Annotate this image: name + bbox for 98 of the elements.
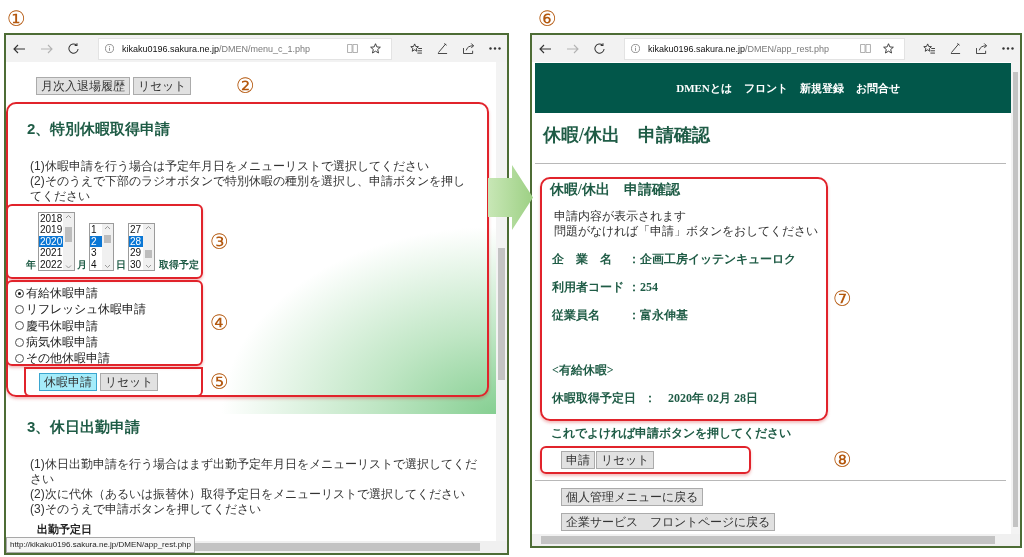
- select-list[interactable]: 2018 2019 2020 2021 2022: [38, 211, 75, 271]
- instruction-text: (1)休暇申請を行う場合は予定年月日をメニューリストで選択してください: [30, 159, 429, 174]
- share-icon[interactable]: [463, 43, 474, 54]
- step-number: ①: [7, 8, 26, 30]
- list-option[interactable]: 27: [129, 224, 143, 236]
- radio-button[interactable]: [15, 304, 24, 314]
- callout-number: ③: [210, 230, 229, 253]
- radio-label: 病気休暇申請: [26, 335, 98, 350]
- list-option[interactable]: 2020: [39, 235, 63, 247]
- url-text: kikaku0196.sakura.ne.jp/DMEN/app_rest.php: [648, 42, 830, 55]
- reset-button[interactable]: リセット: [596, 451, 654, 469]
- star-icon[interactable]: [370, 43, 381, 54]
- radio-label: リフレッシュ休暇申請: [26, 302, 146, 317]
- list-option[interactable]: 28: [129, 235, 143, 247]
- select-list[interactable]: 1 2 3 4: [89, 223, 114, 271]
- radio-button[interactable]: [15, 337, 24, 347]
- field-label: 出勤予定日: [37, 523, 92, 536]
- list-scrollbar[interactable]: [63, 212, 74, 270]
- callout-number: ⑦: [833, 288, 852, 310]
- instruction-text: (3)そのうえで申請ボタンを押してください: [30, 502, 261, 517]
- list-option[interactable]: 1: [90, 224, 102, 236]
- prompt-text: これでよければ申請ボタンを押してください: [551, 426, 791, 441]
- field-value: ：富永伸基: [628, 308, 688, 323]
- field-value: ：254: [628, 280, 658, 295]
- star-list-icon[interactable]: [410, 43, 422, 54]
- info-icon[interactable]: [631, 44, 640, 53]
- field-label: 従業員名: [552, 308, 601, 323]
- step-number: ⑥: [538, 8, 557, 30]
- list-option[interactable]: 30: [129, 258, 143, 270]
- radio-button[interactable]: [15, 288, 24, 298]
- star-list-icon[interactable]: [923, 43, 935, 54]
- back-to-front-page-button[interactable]: 企業サービス フロントページに戻る: [561, 513, 775, 531]
- radio-label: 有給休暇申請: [26, 286, 98, 301]
- field-value: ： 2020年 02月 28日: [644, 391, 758, 406]
- callout-number: ④: [210, 311, 229, 334]
- share-icon[interactable]: [976, 43, 987, 54]
- radio-label: その他休暇申請: [26, 351, 110, 366]
- radio-button[interactable]: [15, 321, 24, 331]
- reset-button[interactable]: リセット: [133, 77, 191, 95]
- back-icon[interactable]: [539, 43, 551, 54]
- section-title: 2、特別休暇取得申請: [27, 119, 171, 139]
- apply-button[interactable]: 休暇申請: [39, 373, 97, 391]
- more-icon[interactable]: [489, 47, 501, 50]
- instruction-text: (2)次に代休（あるいは振替休）取得予定日をメニューリストで選択してください: [30, 487, 465, 502]
- list-scrollbar[interactable]: [102, 224, 113, 270]
- nav-link[interactable]: フロント: [743, 80, 788, 96]
- select-list[interactable]: 27 28 29 30: [128, 223, 155, 271]
- field-label: 休暇取得予定日: [552, 391, 636, 406]
- url-text: kikaku0196.sakura.ne.jp/DMEN/menu_c_1.php: [122, 42, 311, 55]
- instruction-text: (1)休日出勤申請を行う場合はまず出勤予定年月日をメニューリストで選択してください: [30, 457, 478, 487]
- more-icon[interactable]: [1002, 47, 1014, 50]
- list-scrollbar[interactable]: [143, 224, 154, 270]
- field-value: ：企画工房イッテンキューロク: [628, 252, 796, 267]
- field-label: 企 業 名: [552, 252, 613, 267]
- list-option[interactable]: 2018: [39, 212, 63, 224]
- pen-icon[interactable]: [437, 43, 448, 54]
- date-suffix-label: 取得予定: [159, 259, 199, 271]
- radio-label: 慶弔休暇申請: [26, 318, 98, 333]
- nav-link[interactable]: お問合せ: [855, 80, 900, 96]
- url-tooltip: http://kikaku0196.sakura.ne.jp/DMEN/app_rest.php: [6, 537, 195, 553]
- confirmation-title: 休暇/休出 申請確認: [550, 182, 680, 198]
- right-arrow: [488, 165, 533, 230]
- date-unit-label: 日: [116, 259, 126, 271]
- page-title: 休暇/休出 申請確認: [543, 125, 710, 145]
- history-button[interactable]: 月次入退場履歴: [36, 77, 130, 95]
- callout-number: ⑧: [833, 449, 852, 471]
- list-option[interactable]: 2022: [39, 258, 63, 270]
- refresh-icon[interactable]: [594, 43, 605, 54]
- address-bar[interactable]: kikaku0196.sakura.ne.jp/DMEN/menu_c_1.php: [98, 37, 392, 60]
- note-text: 申請内容が表示されます: [554, 209, 686, 224]
- nav-link[interactable]: DMENとは: [676, 80, 732, 96]
- instruction-text: (2)そのうえで下部のラジオボタンで特別休暇の種別を選択し、申請ボタンを押してください: [30, 174, 466, 204]
- callout-number: ⑤: [210, 371, 229, 393]
- list-option[interactable]: 3: [90, 247, 102, 259]
- field-label: 利用者コード: [552, 280, 625, 295]
- list-option[interactable]: 2: [90, 235, 102, 247]
- section-title: 3、休日出勤申請: [27, 417, 141, 437]
- address-bar[interactable]: kikaku0196.sakura.ne.jp/DMEN/app_rest.php: [624, 37, 905, 60]
- list-option[interactable]: 4: [90, 258, 102, 270]
- leave-type-text: <有給休暇>: [552, 363, 614, 378]
- date-unit-label: 年: [26, 259, 36, 271]
- star-icon[interactable]: [883, 43, 894, 54]
- back-icon[interactable]: [13, 43, 25, 54]
- info-icon[interactable]: [105, 44, 114, 53]
- pen-icon[interactable]: [950, 43, 961, 54]
- refresh-icon[interactable]: [68, 43, 79, 54]
- list-option[interactable]: 29: [129, 247, 143, 259]
- apply-button[interactable]: 申請: [561, 451, 595, 469]
- horizontal-scrollbar[interactable]: [532, 534, 1020, 546]
- radio-button[interactable]: [15, 353, 24, 363]
- nav-link[interactable]: 新規登録: [799, 80, 844, 96]
- note-text: 問題がなければ「申請」ボタンをおしてください: [554, 224, 818, 239]
- reset-button[interactable]: リセット: [100, 373, 158, 391]
- list-option[interactable]: 2019: [39, 224, 63, 236]
- back-to-menu-button[interactable]: 個人管理メニューに戻る: [561, 488, 703, 506]
- list-option[interactable]: 2021: [39, 247, 63, 259]
- date-unit-label: 月: [77, 259, 87, 271]
- callout-number: ②: [236, 75, 255, 97]
